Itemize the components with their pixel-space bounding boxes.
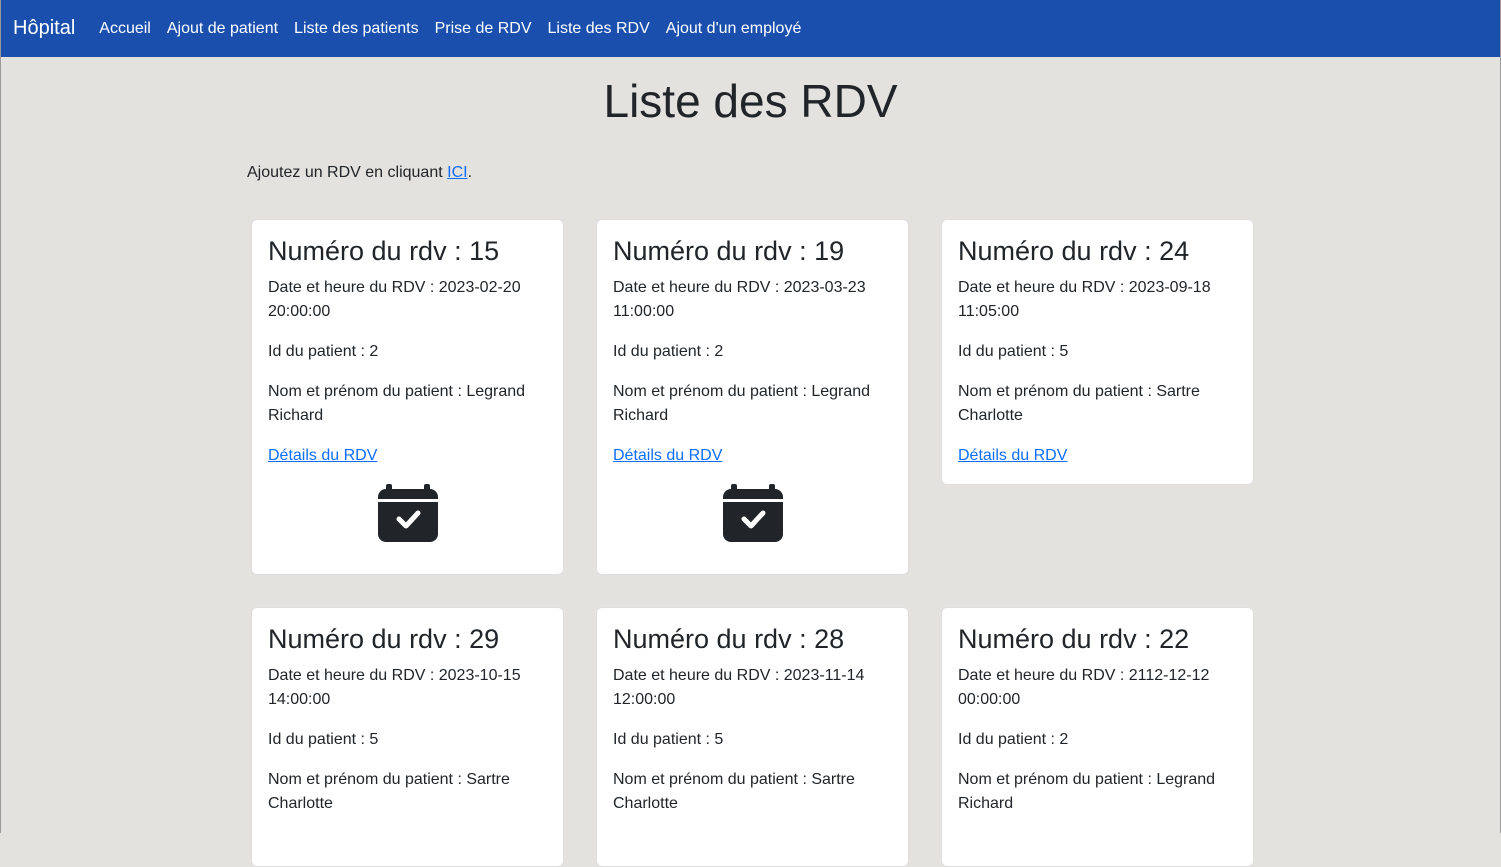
nav-item-prise-rdv[interactable]: Prise de RDV [435, 20, 532, 38]
card-title: Numéro du rdv : 24 [958, 236, 1190, 266]
intro-label: Ajoutez un RDV en cliquant [247, 164, 448, 181]
card-patient-id: Id du patient : 2 [958, 731, 1069, 748]
calendar-check-icon [377, 484, 438, 542]
card-patient-name: Nom et prénom du patient : Sartre Charlo… [613, 771, 855, 812]
rdv-card: Numéro du rdv : 22 Date et heure du RDV … [941, 607, 1254, 867]
top-navbar: Hôpital Accueil Ajout de patient Liste d… [1, 0, 1500, 57]
card-patient-name: Nom et prénom du patient : Legrand Richa… [268, 383, 526, 424]
card-patient-id: Id du patient : 5 [268, 731, 379, 748]
card-patient-name: Nom et prénom du patient : Sartre Charlo… [958, 383, 1200, 424]
rdv-card: Numéro du rdv : 28 Date et heure du RDV … [596, 607, 909, 867]
add-rdv-link[interactable]: ICI [447, 164, 467, 181]
card-patient-id: Id du patient : 5 [613, 731, 724, 748]
card-title: Numéro du rdv : 15 [268, 236, 500, 266]
nav-item-accueil[interactable]: Accueil [99, 20, 151, 38]
card-date: Date et heure du RDV : 2023-03-23 11:00:… [613, 279, 866, 320]
card-date: Date et heure du RDV : 2023-11-14 12:00:… [613, 667, 865, 708]
card-patient-name: Nom et prénom du patient : Legrand Richa… [958, 771, 1216, 812]
nav-item-ajout-patient[interactable]: Ajout de patient [167, 20, 278, 38]
nav-item-ajout-employe[interactable]: Ajout d'un employé [666, 20, 802, 38]
card-title: Numéro du rdv : 28 [613, 624, 845, 654]
card-date: Date et heure du RDV : 2112-12-12 00:00:… [958, 667, 1210, 708]
card-title: Numéro du rdv : 29 [268, 624, 500, 654]
card-patient-name: Nom et prénom du patient : Sartre Charlo… [268, 771, 510, 812]
rdv-details-link[interactable]: Détails du RDV [958, 444, 1067, 468]
rdv-card: Numéro du rdv : 29 Date et heure du RDV … [251, 607, 564, 867]
nav-item-liste-patients[interactable]: Liste des patients [294, 20, 419, 38]
rdv-details-link[interactable]: Détails du RDV [268, 444, 377, 468]
card-date: Date et heure du RDV : 2023-02-20 20:00:… [268, 279, 521, 320]
card-patient-id: Id du patient : 5 [958, 343, 1069, 360]
rdv-card: Numéro du rdv : 15 Date et heure du RDV … [251, 219, 564, 575]
brand-link[interactable]: Hôpital [13, 17, 75, 40]
card-patient-id: Id du patient : 2 [268, 343, 379, 360]
intro-text: Ajoutez un RDV en cliquant ICI. [247, 164, 472, 182]
card-title: Numéro du rdv : 19 [613, 236, 845, 266]
nav-item-liste-rdv[interactable]: Liste des RDV [548, 20, 650, 38]
page-title: Liste des RDV [603, 75, 898, 127]
rdv-card: Numéro du rdv : 24 Date et heure du RDV … [941, 219, 1254, 485]
card-title: Numéro du rdv : 22 [958, 624, 1190, 654]
card-patient-id: Id du patient : 2 [613, 343, 724, 360]
rdv-card: Numéro du rdv : 19 Date et heure du RDV … [596, 219, 909, 575]
card-date: Date et heure du RDV : 2023-10-15 14:00:… [268, 667, 521, 708]
card-date: Date et heure du RDV : 2023-09-18 11:05:… [958, 279, 1211, 320]
rdv-details-link[interactable]: Détails du RDV [613, 444, 722, 468]
calendar-check-icon [722, 484, 783, 542]
card-patient-name: Nom et prénom du patient : Legrand Richa… [613, 383, 871, 424]
intro-end: . [467, 164, 473, 181]
